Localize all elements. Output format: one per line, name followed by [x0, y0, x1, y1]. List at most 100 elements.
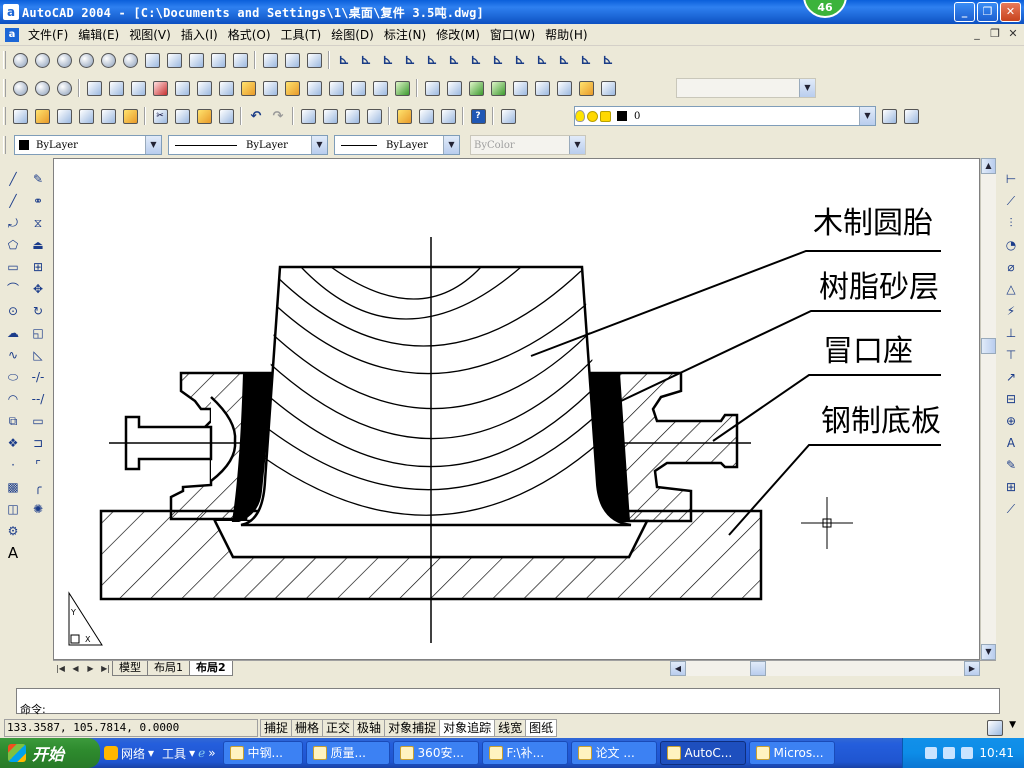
dimension-text-edit-button[interactable]: ✎: [1000, 454, 1022, 476]
circle-button[interactable]: ⊙: [2, 300, 24, 322]
lineweight-dropdown[interactable]: ByLayer ▼: [334, 135, 460, 155]
prev-tab-button[interactable]: ◀: [68, 662, 83, 676]
color-faces-button[interactable]: [237, 77, 259, 99]
new-button[interactable]: [9, 105, 31, 127]
ucs-origin-button[interactable]: ⊾: [465, 49, 487, 71]
ucs-view-button[interactable]: ⊾: [443, 49, 465, 71]
mirror-button[interactable]: ⧖: [27, 212, 49, 234]
vertical-scrollbar[interactable]: ▲ ▼: [980, 158, 996, 660]
radius-dim-button[interactable]: ◔: [1000, 234, 1022, 256]
revision-cloud-button[interactable]: ☁: [2, 322, 24, 344]
quicklaunch-network[interactable]: 网络 ▾: [100, 745, 158, 762]
ucs-z-button[interactable]: ⊾: [575, 49, 597, 71]
make-block-button[interactable]: ❖: [2, 432, 24, 454]
erase-button[interactable]: ✎: [27, 168, 49, 190]
ortho-toggle[interactable]: 正交: [323, 719, 355, 737]
undo-button[interactable]: ↶: [245, 105, 267, 127]
break-button[interactable]: ⊐: [27, 432, 49, 454]
zoom-window-button[interactable]: [341, 105, 363, 127]
copy-button[interactable]: [171, 105, 193, 127]
horizontal-scrollbar[interactable]: ◀ ▶: [670, 660, 980, 676]
slice-button[interactable]: [185, 49, 207, 71]
ie-icon[interactable]: ℯ: [198, 746, 205, 760]
chevron-down-icon[interactable]: ▼: [145, 136, 161, 154]
hatch-button[interactable]: ▩: [2, 476, 24, 498]
menu-edit[interactable]: 编辑(E): [73, 26, 124, 43]
trim-button[interactable]: -/-: [27, 366, 49, 388]
autocad-app-icon[interactable]: a: [3, 4, 19, 20]
cut-button[interactable]: ✂: [149, 105, 171, 127]
menu-format[interactable]: 格式(O): [223, 26, 276, 43]
clock[interactable]: 10:41: [979, 746, 1014, 760]
osnap-toggle[interactable]: 对象捕捉: [385, 719, 441, 737]
lightbulb-icon[interactable]: [575, 110, 585, 122]
layer-manager-button[interactable]: [497, 105, 519, 127]
dimension-update-button[interactable]: ⊞: [1000, 476, 1022, 498]
clean-button[interactable]: [325, 77, 347, 99]
revolve-button[interactable]: [163, 49, 185, 71]
menu-draw[interactable]: 绘图(D): [326, 26, 379, 43]
toolbar-grip[interactable]: [3, 136, 6, 154]
scroll-down-arrow[interactable]: ▼: [981, 644, 996, 660]
drawing-area[interactable]: 木制圆胎 树脂砂层 冒口座 钢制底板 X Y: [53, 158, 980, 660]
doc-restore-button[interactable]: ❐: [988, 27, 1002, 41]
linear-dim-button[interactable]: ⊢: [1000, 168, 1022, 190]
task-folder[interactable]: F:\补...: [481, 741, 568, 765]
polygon-button[interactable]: ⬠: [2, 234, 24, 256]
linetype-dropdown[interactable]: ByLayer ▼: [168, 135, 328, 155]
delete-faces-button[interactable]: [149, 77, 171, 99]
color-edges-button[interactable]: [281, 77, 303, 99]
paper-model-toggle[interactable]: 图纸: [526, 719, 558, 737]
tolerance-button[interactable]: ⊟: [1000, 388, 1022, 410]
imprint-button[interactable]: [303, 77, 325, 99]
line-button[interactable]: ╱: [2, 168, 24, 190]
menu-view[interactable]: 视图(V): [124, 26, 176, 43]
baseline-dim-button[interactable]: ⊥: [1000, 322, 1022, 344]
ucs-y-button[interactable]: ⊾: [553, 49, 575, 71]
menu-file[interactable]: 文件(F): [23, 26, 73, 43]
3d-continuous-orbit-button[interactable]: [487, 77, 509, 99]
ellipse-arc-button[interactable]: ◠: [2, 388, 24, 410]
ucs-zaxis-button[interactable]: ⊾: [487, 49, 509, 71]
stretch-button[interactable]: ◺: [27, 344, 49, 366]
status-menu-arrow-icon[interactable]: ▼: [1009, 720, 1016, 736]
diameter-dim-button[interactable]: ⌀: [1000, 256, 1022, 278]
copy-edges-button[interactable]: [259, 77, 281, 99]
cone-button[interactable]: [75, 49, 97, 71]
ucs-face-button[interactable]: ⊾: [399, 49, 421, 71]
layer-previous-button[interactable]: [900, 105, 922, 127]
task-paper[interactable]: 论文 ...: [570, 741, 657, 765]
ucs-3point-button[interactable]: ⊾: [509, 49, 531, 71]
3d-distance-button[interactable]: [531, 77, 553, 99]
copy-object-button[interactable]: ⚭: [27, 190, 49, 212]
restore-button[interactable]: ❐: [977, 2, 998, 22]
section-button[interactable]: [207, 49, 229, 71]
3d-swivel-button[interactable]: [509, 77, 531, 99]
ucs-button[interactable]: ⊾: [333, 49, 355, 71]
extrude-faces-button[interactable]: [83, 77, 105, 99]
plotstyle-dropdown[interactable]: ByColor ▼: [470, 135, 586, 155]
plot-button[interactable]: [75, 105, 97, 127]
continue-dim-button[interactable]: ⊤: [1000, 344, 1022, 366]
aligned-dim-button[interactable]: ⟋: [1000, 190, 1022, 212]
3d-pan-button[interactable]: [421, 77, 443, 99]
rotate-button[interactable]: ↻: [27, 300, 49, 322]
last-tab-button[interactable]: ▶|: [98, 662, 113, 676]
ucs-previous-button[interactable]: ⊾: [377, 49, 399, 71]
ucs-world-button[interactable]: ⊾: [355, 49, 377, 71]
toolbar-grip[interactable]: [3, 79, 6, 97]
tab-layout2[interactable]: 布局2: [189, 661, 233, 676]
leader-button[interactable]: ↗: [1000, 366, 1022, 388]
snap-toggle[interactable]: 捕捉: [260, 719, 293, 737]
torus-button[interactable]: [119, 49, 141, 71]
task-chrome[interactable]: 中钢...: [222, 741, 303, 765]
move-faces-button[interactable]: [105, 77, 127, 99]
otrack-toggle[interactable]: 对象追踪: [440, 719, 496, 737]
union-button[interactable]: [9, 77, 31, 99]
multiline-text-button[interactable]: A: [2, 542, 24, 564]
extend-button[interactable]: --/: [27, 388, 49, 410]
menu-tools[interactable]: 工具(T): [276, 26, 327, 43]
task-360[interactable]: 360安...: [392, 741, 479, 765]
center-mark-button[interactable]: ⊕: [1000, 410, 1022, 432]
angular-dim-button[interactable]: △: [1000, 278, 1022, 300]
